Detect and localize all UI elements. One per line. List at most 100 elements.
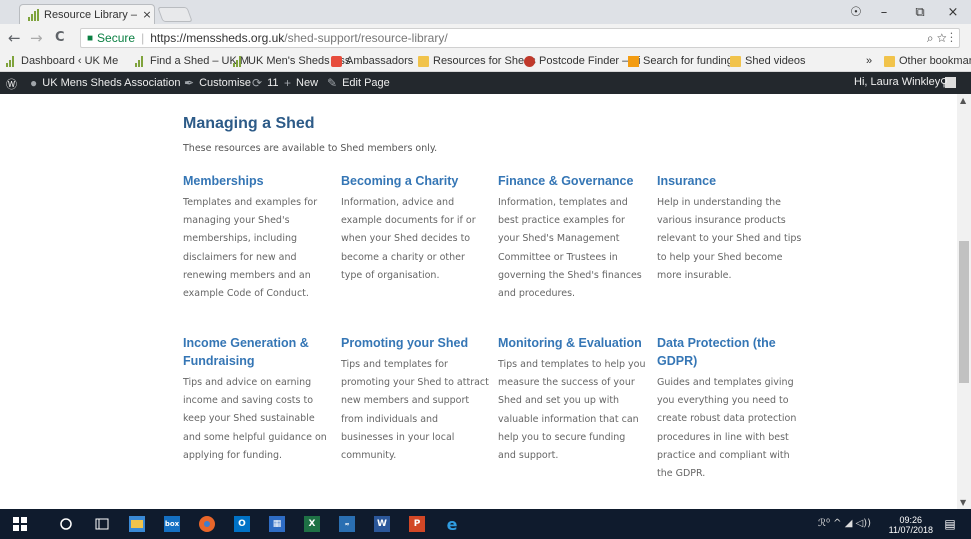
admin-new[interactable]: + New [284, 76, 318, 90]
task-view-icon[interactable] [94, 516, 110, 532]
other-bookmarks[interactable]: Other bookmarks [884, 55, 971, 67]
card-description: Tips and templates for promoting your Sh… [341, 359, 489, 462]
folder-icon [730, 55, 741, 67]
plus-icon: + [284, 76, 292, 90]
funding-favicon-icon [628, 55, 639, 67]
minimize-button[interactable]: – [866, 5, 902, 20]
site-name-label: UK Mens Sheds Association [42, 77, 181, 89]
card-title-link[interactable]: Income Generation & Fundraising [183, 334, 331, 370]
resource-card-promoting: Promoting your Shed Tips and templates f… [341, 334, 489, 465]
excel-icon[interactable]: X [304, 516, 320, 532]
app-icon[interactable]: ▦ [269, 516, 285, 532]
resource-card-memberships: Memberships Templates and examples for m… [183, 172, 331, 303]
back-button[interactable]: ← [8, 29, 21, 47]
app-icon-2[interactable]: ≈ [339, 516, 355, 532]
url-separator: | [141, 31, 145, 45]
browser-tab[interactable]: Resource Library – UK Me × [19, 4, 155, 24]
admin-edit-page[interactable]: ✎ Edit Page [327, 76, 390, 90]
card-description: Tips and advice on earning income and sa… [183, 377, 327, 461]
bookmark-find-a-shed[interactable]: Find a Shed – UK M [135, 55, 249, 67]
tab-title: Resource Library – UK Me [44, 8, 140, 21]
bars-favicon-icon [233, 55, 244, 67]
resource-card-charity: Becoming a Charity Information, advice a… [341, 172, 489, 285]
admin-updates[interactable]: ⟳ 11 [252, 76, 278, 90]
card-title-link[interactable]: Finance & Governance [498, 172, 646, 190]
card-description: Tips and templates to help you measure t… [498, 359, 646, 462]
taskbar-clock[interactable]: 09:26 11/07/2018 [889, 515, 933, 535]
wordpress-logo-icon[interactable]: Ⓦ [6, 76, 17, 92]
url-path: /shed-support/resource-library/ [284, 31, 448, 45]
card-title-link[interactable]: Memberships [183, 172, 331, 190]
powerpoint-icon[interactable]: P [409, 516, 425, 532]
admin-search-icon[interactable]: ⚲ [940, 76, 948, 89]
page-scrollbar[interactable]: ▲ ▼ [957, 94, 971, 509]
account-icon[interactable]: ☉ [846, 5, 866, 20]
card-title-link[interactable]: Insurance [657, 172, 805, 190]
scroll-down-icon[interactable]: ▼ [960, 498, 966, 507]
lock-icon: ■ [87, 32, 94, 44]
card-title-link[interactable]: Data Protection (the GDPR) [657, 334, 805, 370]
chrome-icon[interactable] [199, 516, 215, 532]
bookmark-postcode-finder[interactable]: Postcode Finder – Fi [524, 55, 641, 67]
bookmark-label: Resources for Sheds [433, 55, 536, 67]
bookmark-label: Dashboard ‹ UK Me [21, 55, 119, 67]
card-description: Information, templates and best practice… [498, 197, 642, 300]
tab-close-icon[interactable]: × [140, 8, 154, 21]
wp-admin-bar: Ⓦ ● UK Mens Sheds Association ✒ Customise … [0, 72, 971, 94]
page-content: Managing a Shed These resources are avai… [0, 94, 957, 509]
updates-icon: ⟳ [252, 76, 263, 90]
edge-icon[interactable]: e [444, 515, 460, 534]
outlook-icon[interactable]: O [234, 516, 250, 532]
forward-button[interactable]: → [30, 29, 43, 47]
clock-time: 09:26 [899, 515, 923, 525]
scrollbar-thumb[interactable] [959, 241, 969, 383]
reload-button[interactable]: C [55, 30, 65, 45]
card-title-link[interactable]: Promoting your Shed [341, 334, 489, 352]
restore-button[interactable]: ⧉ [902, 5, 938, 20]
address-bar[interactable]: ■ Secure | https://menssheds.org.uk/shed… [80, 28, 960, 48]
clock-date: 11/07/2018 [888, 525, 933, 535]
close-window-button[interactable]: × [938, 5, 968, 20]
browser-toolbar: ← → C ■ Secure | https://menssheds.org.u… [0, 24, 971, 52]
notifications-icon[interactable]: ▤ [942, 516, 958, 532]
card-title-link[interactable]: Monitoring & Evaluation [498, 334, 646, 352]
card-description: Guides and templates giving you everythi… [657, 377, 797, 480]
windows-taskbar: box O ▦ X ≈ W P e ℛ⁰ ^ ◢ ◁)) 09:26 11/07… [0, 509, 971, 539]
admin-site-name[interactable]: ● UK Mens Sheds Association [30, 76, 180, 90]
word-icon[interactable]: W [374, 516, 390, 532]
bars-favicon-icon [135, 55, 146, 67]
bars-favicon-icon [6, 55, 17, 67]
bookmark-resources[interactable]: Resources for Sheds [418, 55, 536, 67]
resource-card-insurance: Insurance Help in understanding the vari… [657, 172, 805, 285]
customise-label: Customise [199, 77, 252, 89]
search-icon[interactable] [58, 516, 74, 532]
admin-customise[interactable]: ✒ Customise [184, 76, 251, 90]
bookmark-label: Search for funding [643, 55, 733, 67]
section-intro: These resources are available to Shed me… [183, 143, 438, 154]
card-title-link[interactable]: Becoming a Charity [341, 172, 489, 190]
scroll-up-icon[interactable]: ▲ [960, 96, 966, 105]
greeting-label: Hi, Laura Winkley [854, 76, 941, 88]
bookmark-label: Ambassadors [346, 55, 414, 67]
bookmark-ambassadors[interactable]: Ambassadors [331, 55, 413, 67]
updates-count: 11 [267, 77, 279, 89]
bookmarks-overflow-button[interactable]: » [866, 55, 872, 67]
bookmark-search-funding[interactable]: Search for funding [628, 55, 733, 67]
resource-card-data-protection: Data Protection (the GDPR) Guides and te… [657, 334, 805, 483]
new-tab-button[interactable] [157, 7, 193, 22]
postcode-favicon-icon [524, 55, 535, 67]
folder-icon [884, 55, 895, 67]
other-bookmarks-label: Other bookmarks [899, 55, 971, 67]
url-host: https://menssheds.org.uk [150, 31, 285, 45]
pencil-icon: ✎ [327, 76, 338, 90]
bookmark-shed-videos[interactable]: Shed videos [730, 55, 806, 67]
file-explorer-icon[interactable] [129, 516, 145, 532]
windows-start-icon[interactable] [12, 516, 28, 532]
omnibox-action-icons[interactable]: ⌕ ☆ ⋮ [927, 31, 953, 46]
bookmark-dashboard[interactable]: Dashboard ‹ UK Me [6, 55, 118, 67]
system-tray-icons[interactable]: ℛ⁰ ^ ◢ ◁)) [818, 518, 871, 529]
site-favicon-icon [28, 8, 40, 21]
folder-icon [418, 55, 429, 67]
box-app-icon[interactable]: box [164, 516, 180, 532]
secure-label: Secure [97, 31, 136, 45]
